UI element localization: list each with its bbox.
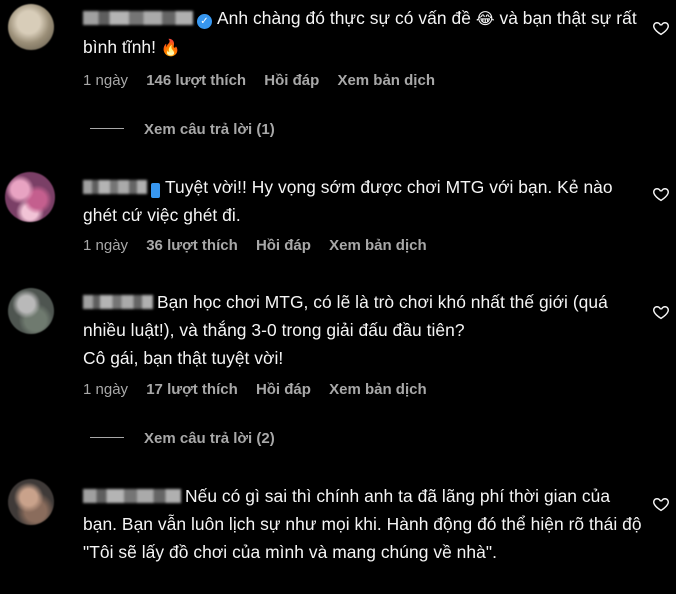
avatar[interactable] xyxy=(8,288,54,334)
fire-emoji-icon: 🔥 xyxy=(160,38,181,57)
reply-button[interactable]: Hồi đáp xyxy=(256,237,311,254)
view-replies-button[interactable]: Xem câu trả lời (2) xyxy=(90,430,275,447)
comment-meta: 1 ngày 17 lượt thích Hồi đáp Xem bản dịc… xyxy=(83,381,441,398)
timestamp: 1 ngày xyxy=(83,381,129,398)
verified-badge-icon xyxy=(151,183,160,198)
heart-outline-icon[interactable] xyxy=(652,495,670,513)
translate-button[interactable]: Xem bản dịch xyxy=(329,381,427,398)
username-blurred[interactable] xyxy=(83,489,181,503)
translate-button[interactable]: Xem bản dịch xyxy=(337,72,435,89)
comment-text: Tuyệt vời!! Hy vọng sớm được chơi MTG vớ… xyxy=(83,177,613,225)
divider xyxy=(90,437,124,438)
heart-outline-icon[interactable] xyxy=(652,19,670,37)
view-replies-button[interactable]: Xem câu trả lời (1) xyxy=(90,121,275,138)
comment-meta: 1 ngày 146 lượt thích Hồi đáp Xem bản dị… xyxy=(83,72,449,89)
comment-meta: 1 ngày 36 lượt thích Hồi đáp Xem bản dịc… xyxy=(83,237,441,254)
comment-text: Nếu có gì sai thì chính anh ta đã lãng p… xyxy=(83,486,642,562)
reply-button[interactable]: Hồi đáp xyxy=(256,381,311,398)
divider xyxy=(90,128,124,129)
heart-outline-icon[interactable] xyxy=(652,303,670,321)
username-blurred[interactable] xyxy=(83,11,193,25)
timestamp: 1 ngày xyxy=(83,237,129,254)
comment-text: ✓ Anh chàng đó thực sự có vấn đề 😂 và bạn… xyxy=(83,8,637,57)
username-blurred[interactable] xyxy=(83,180,147,194)
heart-outline-icon[interactable] xyxy=(652,185,670,203)
verified-badge-icon: ✓ xyxy=(197,14,212,29)
likes-count[interactable]: 146 lượt thích xyxy=(146,72,246,89)
translate-button[interactable]: Xem bản dịch xyxy=(329,237,427,254)
avatar[interactable] xyxy=(8,479,54,525)
timestamp: 1 ngày xyxy=(83,72,129,89)
avatar[interactable] xyxy=(5,172,55,222)
laughing-emoji-icon: 😂 xyxy=(475,9,495,28)
reply-button[interactable]: Hồi đáp xyxy=(264,72,319,89)
avatar[interactable] xyxy=(8,4,54,50)
likes-count[interactable]: 17 lượt thích xyxy=(146,381,238,398)
username-blurred[interactable] xyxy=(83,295,153,309)
comment-text: Bạn học chơi MTG, có lẽ là trò chơi khó … xyxy=(83,292,608,368)
likes-count[interactable]: 36 lượt thích xyxy=(146,237,238,254)
